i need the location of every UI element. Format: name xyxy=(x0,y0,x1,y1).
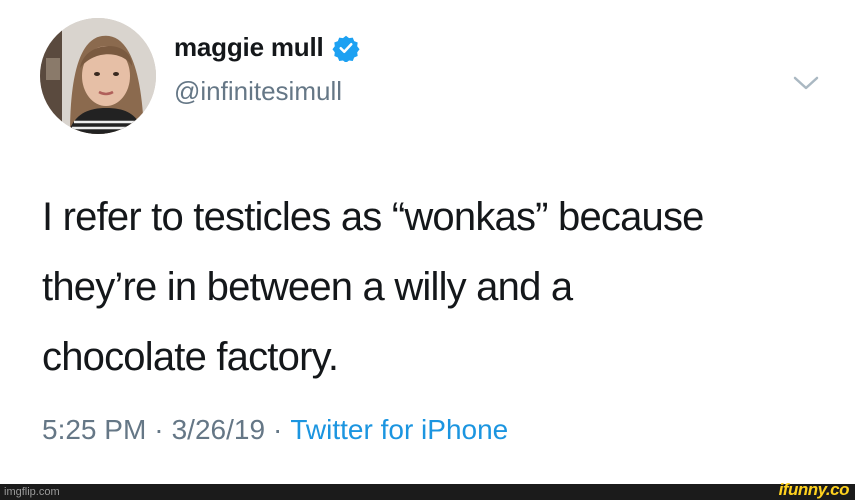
tweet-card: maggie mull @infinitesimull I refer to t… xyxy=(0,0,855,484)
imgflip-watermark: imgflip.com xyxy=(4,486,60,498)
tweet-text: I refer to testicles as “wonkas” because… xyxy=(42,182,832,392)
tweet-time[interactable]: 5:25 PM xyxy=(42,414,146,445)
avatar[interactable] xyxy=(40,18,156,134)
name-row: maggie mull xyxy=(174,32,360,63)
tweet-text-line: chocolate factory. xyxy=(42,335,339,379)
user-handle[interactable]: @infinitesimull xyxy=(174,76,342,107)
tweet-source-link[interactable]: Twitter for iPhone xyxy=(290,414,508,445)
watermark-bar xyxy=(0,484,855,500)
display-name[interactable]: maggie mull xyxy=(174,32,324,63)
tweet-text-line: they’re in between a willy and a xyxy=(42,265,573,309)
meta-separator: · xyxy=(273,414,283,445)
meta-separator: · xyxy=(154,414,164,445)
tweet-text-line: I refer to testicles as “wonkas” because xyxy=(42,195,704,239)
chevron-down-icon[interactable] xyxy=(792,74,820,92)
avatar-photo xyxy=(40,18,156,134)
tweet-date[interactable]: 3/26/19 xyxy=(172,414,265,445)
verified-badge-icon xyxy=(331,35,360,62)
ifunny-watermark: ifunny.co xyxy=(778,480,850,499)
tweet-meta: 5:25 PM · 3/26/19 · Twitter for iPhone xyxy=(42,414,508,446)
